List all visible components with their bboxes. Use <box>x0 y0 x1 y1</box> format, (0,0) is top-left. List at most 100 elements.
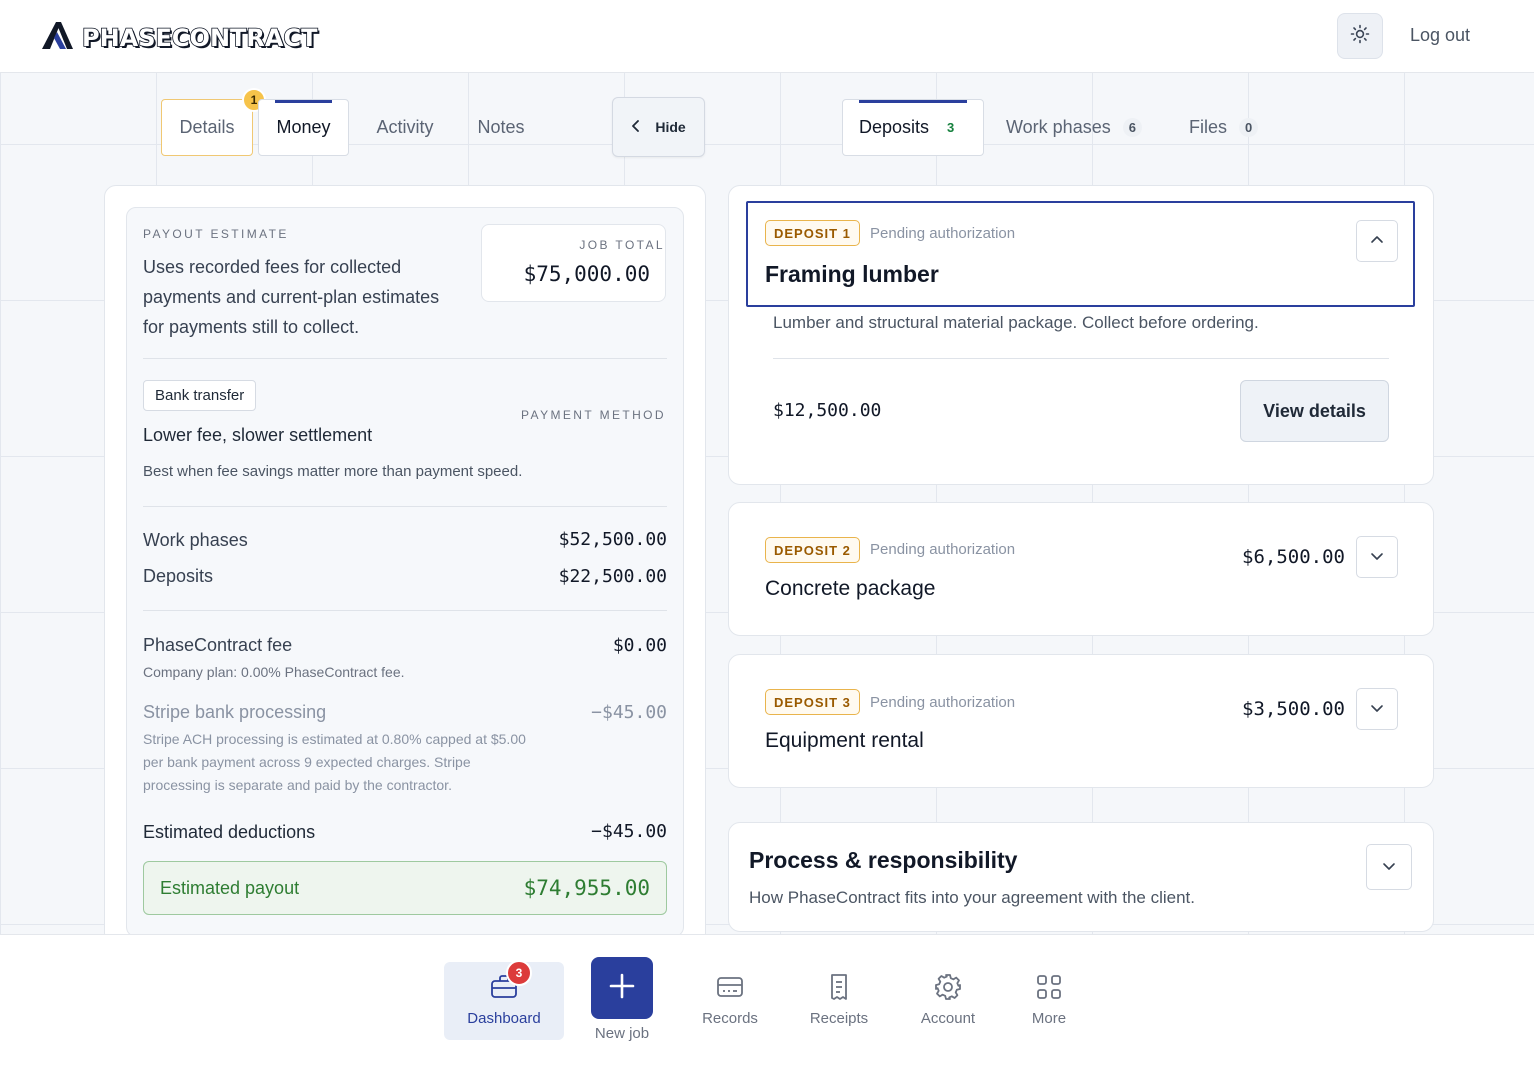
deposit-amount: $12,500.00 <box>773 400 882 421</box>
deposit-tag: DEPOSIT 1 <box>765 220 860 246</box>
estimated-deductions-value: −$45.00 <box>591 821 667 842</box>
deposits-label: Deposits <box>143 566 214 586</box>
stripe-processing-label: Stripe bank processing <box>143 702 327 722</box>
stripe-processing-note: Stripe ACH processing is estimated at 0.… <box>143 728 526 797</box>
process-card[interactable] <box>728 822 1434 932</box>
deposit-description: Lumber and structural material package. … <box>773 313 1259 332</box>
payment-method-description: Best when fee savings matter more than p… <box>143 463 523 480</box>
plus-icon <box>609 973 635 1004</box>
process-title: Process & responsibility <box>749 847 1018 873</box>
tab-files[interactable]: Files 0 <box>1189 99 1259 156</box>
note-line: Stripe ACH processing is estimated at 0.… <box>143 731 526 747</box>
tab-files-label: Files <box>1189 117 1228 137</box>
deposit-status: Pending authorization <box>870 225 1016 242</box>
tab-details[interactable]: Details <box>161 99 253 156</box>
nav-label: More <box>1031 1010 1067 1027</box>
receipt-icon <box>828 972 850 1002</box>
nav-label: Receipts <box>809 1010 869 1027</box>
deposit-tag: DEPOSIT 2 <box>765 537 860 563</box>
tab-deposits-label: Deposits <box>859 117 930 137</box>
payment-method-eyebrow: PAYMENT METHOD <box>521 408 666 422</box>
brand[interactable]: PHASECONTRACT <box>40 20 318 55</box>
grid-icon <box>1036 972 1062 1002</box>
stripe-processing-value: −$45.00 <box>591 702 667 723</box>
new-job-label: New job <box>594 1025 650 1042</box>
desc-line: payments and current-plan estimates <box>143 287 440 307</box>
note-line: per bank payment across 9 expected charg… <box>143 754 471 770</box>
hide-label: Hide <box>655 119 686 135</box>
deposit-status: Pending authorization <box>870 541 1016 558</box>
divider <box>773 358 1389 359</box>
chevron-down-icon <box>1370 548 1384 566</box>
gear-icon <box>934 972 962 1002</box>
work-phases-label: Work phases <box>143 530 248 550</box>
deposits-value: $22,500.00 <box>558 566 667 587</box>
deposit-card-2[interactable] <box>728 502 1434 636</box>
deposit-card-3[interactable] <box>728 654 1434 788</box>
tab-activity[interactable]: Activity <box>360 99 450 156</box>
deposit-title: Framing lumber <box>765 261 939 287</box>
nav-label: Dashboard <box>467 1010 541 1027</box>
job-total-label: JOB TOTAL <box>579 238 665 252</box>
process-description: How PhaseContract fits into your agreeme… <box>749 888 1195 907</box>
nav-records[interactable]: Records <box>670 962 790 1040</box>
nav-label: Records <box>702 1010 758 1027</box>
divider <box>143 610 667 611</box>
logo-icon <box>40 20 74 55</box>
deposit-amount: $6,500.00 <box>1242 546 1345 568</box>
tab-deposits[interactable]: Deposits 3 <box>842 99 984 156</box>
collapse-button[interactable] <box>1356 220 1398 262</box>
sun-icon <box>1350 24 1370 49</box>
chevron-left-icon <box>631 119 641 136</box>
chevron-up-icon <box>1370 232 1384 250</box>
files-count: 0 <box>1239 118 1259 137</box>
new-job-button[interactable] <box>591 957 653 1019</box>
estimated-payout-value: $74,955.00 <box>523 876 650 900</box>
estimated-deductions-label: Estimated deductions <box>143 822 316 842</box>
payout-estimate-eyebrow: PAYOUT ESTIMATE <box>143 227 289 241</box>
phasecontract-fee-value: $0.00 <box>612 635 667 656</box>
divider <box>143 506 667 507</box>
chevron-down-icon <box>1382 858 1396 876</box>
tab-money[interactable]: Money <box>258 99 349 156</box>
hide-panel-button[interactable]: Hide <box>612 97 705 157</box>
deposit-title: Concrete package <box>765 577 936 600</box>
deposit-title: Equipment rental <box>765 729 924 752</box>
desc-line: for payments still to collect. <box>143 317 360 337</box>
desc-line: Uses recorded fees for collected <box>143 257 402 277</box>
payment-method-chip[interactable]: Bank transfer <box>143 380 257 411</box>
brand-name: PHASECONTRACT <box>81 23 318 53</box>
logout-link[interactable]: Log out <box>1410 25 1470 46</box>
nav-label: Account <box>920 1010 976 1027</box>
tab-notes[interactable]: Notes <box>462 99 540 156</box>
estimated-payout-label: Estimated payout <box>160 878 300 898</box>
view-details-button[interactable]: View details <box>1240 380 1389 442</box>
work-phases-count: 6 <box>1122 118 1142 137</box>
deposit-tag: DEPOSIT 3 <box>765 689 860 715</box>
deposit-1-header[interactable] <box>746 201 1415 307</box>
tab-work-phases-label: Work phases <box>1006 117 1111 137</box>
app-header: PHASECONTRACT Log out <box>0 0 1534 73</box>
nav-more[interactable]: More <box>989 962 1109 1040</box>
nav-receipts[interactable]: Receipts <box>779 962 899 1040</box>
deposits-count: 3 <box>947 120 955 135</box>
expand-button[interactable] <box>1356 536 1398 578</box>
expand-button[interactable] <box>1356 688 1398 730</box>
expand-button[interactable] <box>1366 844 1412 890</box>
deposit-amount: $3,500.00 <box>1242 698 1345 720</box>
theme-toggle-button[interactable] <box>1337 13 1383 59</box>
note-line: processing is separate and paid by the c… <box>143 777 452 793</box>
fee-note: Company plan: 0.00% PhaseContract fee. <box>143 664 405 680</box>
divider <box>143 358 667 359</box>
payment-method-title: Lower fee, slower settlement <box>143 425 373 445</box>
payout-estimate-description: Uses recorded fees for collected payment… <box>143 252 439 342</box>
dashboard-notification-badge: 3 <box>506 960 532 986</box>
work-phases-value: $52,500.00 <box>558 529 667 550</box>
card-icon <box>716 972 744 1002</box>
phasecontract-fee-label: PhaseContract fee <box>143 635 293 655</box>
chevron-down-icon <box>1370 700 1384 718</box>
nav-dashboard[interactable]: Dashboard <box>444 962 564 1040</box>
deposit-status: Pending authorization <box>870 694 1016 711</box>
job-total-value: $75,000.00 <box>523 262 650 286</box>
tab-work-phases[interactable]: Work phases 6 <box>1006 99 1142 156</box>
